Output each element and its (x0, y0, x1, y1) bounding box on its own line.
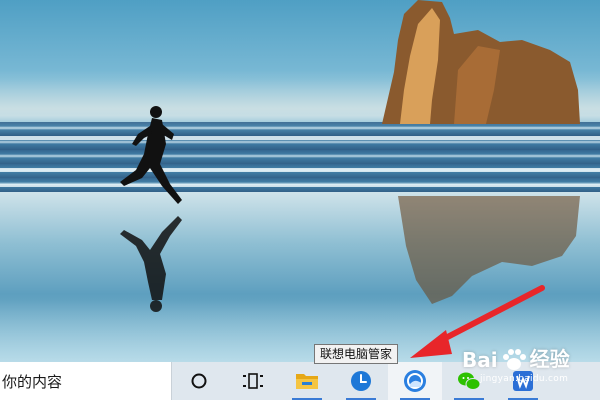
task-view-icon (243, 373, 263, 389)
watermark-brand: Bai (462, 348, 498, 372)
wave-foam (0, 184, 600, 187)
paw-logo-icon (502, 349, 526, 370)
desktop-wallpaper (0, 0, 600, 362)
search-text: 你的内容 (2, 372, 63, 391)
sea (0, 122, 600, 192)
file-explorer-icon (296, 374, 318, 389)
watermark-brand-cn: 经验 (529, 347, 570, 371)
runner-reflection (120, 216, 182, 312)
taskbar-search-box[interactable]: 你的内容 (0, 362, 172, 400)
runner-silhouette (120, 106, 182, 204)
watermark-url: jingyan.baidu.com (480, 374, 569, 384)
wave-foam (0, 168, 600, 172)
wechat-icon (458, 372, 481, 390)
lenovo-pc-manager-icon (404, 370, 426, 392)
app-tooltip: 联想电脑管家 (314, 344, 399, 364)
baidu-jingyan-watermark: Bai 经验 (462, 332, 570, 372)
wave-foam (0, 136, 600, 140)
task-view-button[interactable] (226, 362, 280, 400)
clock-app-icon (351, 371, 371, 391)
sea-stack-rock (382, 0, 580, 124)
cortana-circle-icon (191, 373, 207, 389)
clock-app-button[interactable] (334, 362, 388, 400)
lenovo-pc-manager-button[interactable] (388, 362, 442, 400)
file-explorer-button[interactable] (280, 362, 334, 400)
cortana-button[interactable] (172, 362, 226, 400)
